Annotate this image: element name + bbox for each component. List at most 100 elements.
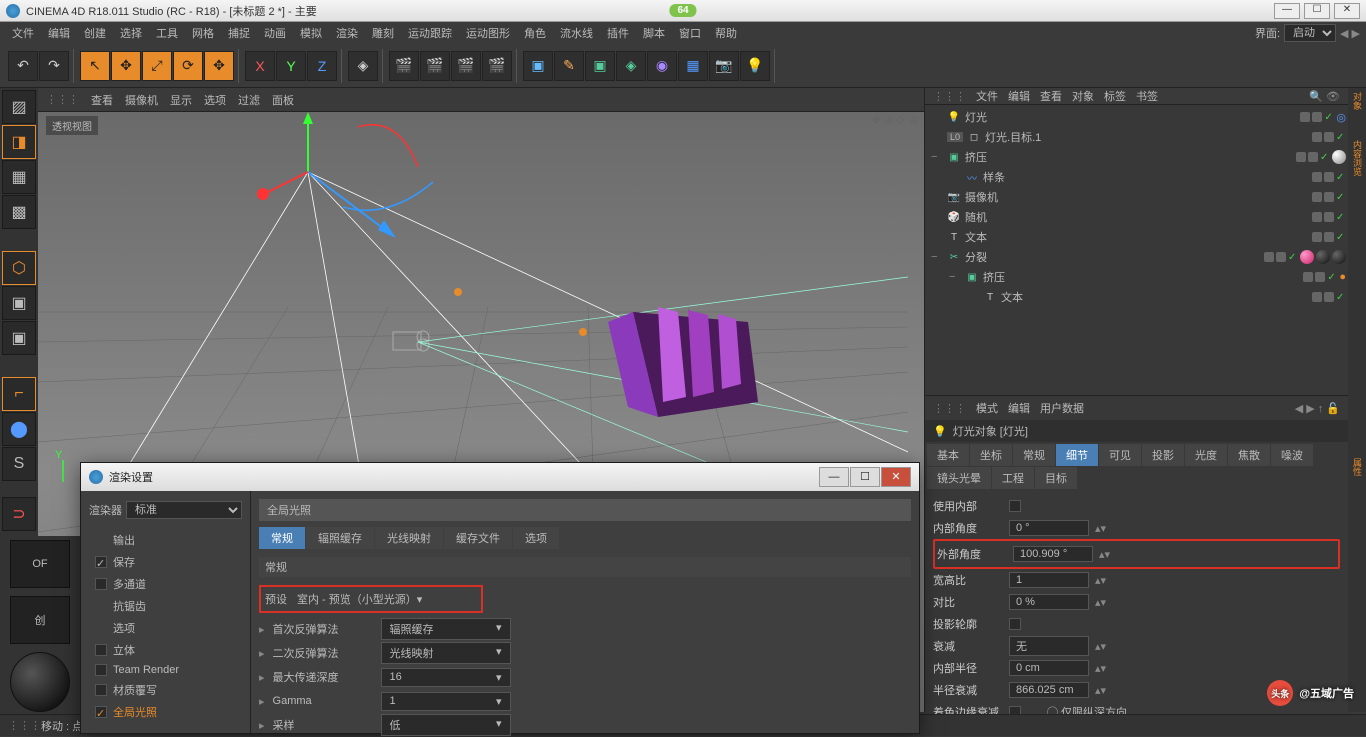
render-cat-6[interactable]: Team Render bbox=[89, 661, 242, 679]
obj-tab-5[interactable]: 书签 bbox=[1136, 88, 1158, 104]
menu-18[interactable]: 帮助 bbox=[709, 23, 743, 43]
gi-prop-value-1[interactable]: 光线映射▾ bbox=[381, 642, 511, 664]
render-cat-7[interactable]: 材质覆写 bbox=[89, 679, 242, 701]
render-cat-5[interactable]: 立体 bbox=[89, 639, 242, 661]
tree-row-1[interactable]: L0◻灯光.目标.1✓ bbox=[927, 127, 1346, 147]
render-cat-0[interactable]: 输出 bbox=[89, 529, 242, 551]
tree-row-7[interactable]: −✂分裂✓ bbox=[927, 247, 1346, 267]
scale-tool[interactable]: ⤢ bbox=[142, 51, 172, 81]
undo-button[interactable]: ↶ bbox=[8, 51, 38, 81]
camera-button[interactable]: 📷 bbox=[709, 51, 739, 81]
menu-15[interactable]: 插件 bbox=[601, 23, 635, 43]
texture-mode-button[interactable]: ▦ bbox=[2, 160, 36, 194]
attr-tab-0[interactable]: 模式 bbox=[976, 400, 998, 416]
attr-subtab-0[interactable]: 基本 bbox=[927, 444, 969, 466]
axis-x-button[interactable]: X bbox=[245, 51, 275, 81]
viewport-tab-0[interactable]: 查看 bbox=[91, 92, 113, 108]
menu-7[interactable]: 动画 bbox=[258, 23, 292, 43]
obj-tab-3[interactable]: 对象 bbox=[1072, 88, 1094, 104]
menu-17[interactable]: 窗口 bbox=[673, 23, 707, 43]
tweak-button[interactable]: ⬤ bbox=[2, 412, 36, 446]
tree-row-2[interactable]: −▣挤压✓ bbox=[927, 147, 1346, 167]
obj-tab-2[interactable]: 查看 bbox=[1040, 88, 1062, 104]
menu-2[interactable]: 创建 bbox=[78, 23, 112, 43]
tree-row-3[interactable]: 〰样条✓ bbox=[927, 167, 1346, 187]
checkbox[interactable]: ✓ bbox=[95, 706, 107, 718]
gi-tab-0[interactable]: 常规 bbox=[259, 527, 305, 549]
interface-select[interactable]: 启动 bbox=[1284, 24, 1336, 42]
attr-value-2[interactable]: 100.909 ° bbox=[1013, 546, 1093, 562]
edge-tab-3[interactable]: 属性 bbox=[1350, 458, 1364, 498]
attr-tab-1[interactable]: 编辑 bbox=[1008, 400, 1030, 416]
attr-tab-2[interactable]: 用户数据 bbox=[1040, 400, 1084, 416]
minimize-button[interactable]: — bbox=[1274, 3, 1300, 19]
layout-arrows-icon[interactable]: ◀ ▶ bbox=[1340, 27, 1360, 40]
obj-search-icon[interactable]: 🔍 👁 bbox=[1309, 90, 1340, 103]
last-tool[interactable]: ✥ bbox=[204, 51, 234, 81]
checkbox[interactable] bbox=[95, 664, 107, 676]
environment-button[interactable]: ◉ bbox=[647, 51, 677, 81]
gi-tab-1[interactable]: 辐照缓存 bbox=[306, 527, 374, 549]
tree-row-4[interactable]: 📷摄像机✓ bbox=[927, 187, 1346, 207]
attr-value-7[interactable]: 0 cm bbox=[1009, 660, 1089, 676]
attr-subtab-5[interactable]: 投影 bbox=[1142, 444, 1184, 466]
menu-0[interactable]: 文件 bbox=[6, 23, 40, 43]
point-mode-button[interactable]: ⬡ bbox=[2, 251, 36, 285]
axis-tool-button[interactable]: ⌐ bbox=[2, 377, 36, 411]
primitive-cube-button[interactable]: ▣ bbox=[523, 51, 553, 81]
checkbox[interactable] bbox=[95, 684, 107, 696]
tree-row-8[interactable]: −▣挤压✓● bbox=[927, 267, 1346, 287]
attr-value-8[interactable]: 866.025 cm bbox=[1009, 682, 1089, 698]
render-settings-button[interactable]: 🎬 bbox=[451, 51, 481, 81]
generator-button[interactable]: ▣ bbox=[585, 51, 615, 81]
render-queue-button[interactable]: 🎬 bbox=[482, 51, 512, 81]
edge-tab-1[interactable]: 对象 bbox=[1350, 92, 1364, 132]
attr-value-3[interactable]: 1 bbox=[1009, 572, 1089, 588]
obj-tab-4[interactable]: 标签 bbox=[1104, 88, 1126, 104]
material-preview[interactable] bbox=[10, 652, 70, 712]
snap-button[interactable]: S bbox=[2, 447, 36, 481]
menu-12[interactable]: 运动图形 bbox=[460, 23, 516, 43]
menu-9[interactable]: 渲染 bbox=[330, 23, 364, 43]
preset-select[interactable]: 室内 - 预览（小型光源）▾ bbox=[297, 591, 477, 607]
edge-mode-button[interactable]: ▣ bbox=[2, 286, 36, 320]
tree-row-5[interactable]: 🎲随机✓ bbox=[927, 207, 1346, 227]
workplane-button[interactable]: ▩ bbox=[2, 195, 36, 229]
rotate-tool[interactable]: ⟳ bbox=[173, 51, 203, 81]
make-editable-button[interactable]: ▨ bbox=[2, 90, 36, 124]
attr-value-4[interactable]: 0 % bbox=[1009, 594, 1089, 610]
magnet-button[interactable]: ⊃ bbox=[2, 497, 36, 531]
dialog-minimize-button[interactable]: — bbox=[819, 467, 849, 487]
light-button[interactable]: 💡 bbox=[740, 51, 770, 81]
checkbox[interactable] bbox=[1009, 500, 1021, 512]
polygon-mode-button[interactable]: ▣ bbox=[2, 321, 36, 355]
menu-16[interactable]: 脚本 bbox=[637, 23, 671, 43]
gi-tab-4[interactable]: 选项 bbox=[513, 527, 559, 549]
attr-value-1[interactable]: 0 ° bbox=[1009, 520, 1089, 536]
menu-8[interactable]: 模拟 bbox=[294, 23, 328, 43]
move-tool[interactable]: ✥ bbox=[111, 51, 141, 81]
attr-subtab-4[interactable]: 可见 bbox=[1099, 444, 1141, 466]
tree-row-6[interactable]: T文本✓ bbox=[927, 227, 1346, 247]
dialog-title-bar[interactable]: 渲染设置 — ☐ ✕ bbox=[81, 463, 919, 491]
viewport-tab-4[interactable]: 过滤 bbox=[238, 92, 260, 108]
attr-subtab-10[interactable]: 工程 bbox=[992, 467, 1034, 489]
attr-subtab-3[interactable]: 细节 bbox=[1056, 444, 1098, 466]
edge-tab-2[interactable]: 内容浏览 bbox=[1350, 140, 1364, 180]
attr-subtab-1[interactable]: 坐标 bbox=[970, 444, 1012, 466]
render-cat-8[interactable]: ✓全局光照 bbox=[89, 701, 242, 723]
deformer-button[interactable]: ◈ bbox=[616, 51, 646, 81]
menu-1[interactable]: 编辑 bbox=[42, 23, 76, 43]
attr-subtab-7[interactable]: 焦散 bbox=[1228, 444, 1270, 466]
gi-prop-value-0[interactable]: 辐照缓存▾ bbox=[381, 618, 511, 640]
dialog-maximize-button[interactable]: ☐ bbox=[850, 467, 880, 487]
attr-value-6[interactable]: 无 bbox=[1009, 636, 1089, 656]
checkbox[interactable] bbox=[95, 644, 107, 656]
gi-prop-value-4[interactable]: 低▾ bbox=[381, 714, 511, 736]
menu-13[interactable]: 角色 bbox=[518, 23, 552, 43]
viewport-tab-2[interactable]: 显示 bbox=[170, 92, 192, 108]
render-region-button[interactable]: 🎬 bbox=[420, 51, 450, 81]
menu-4[interactable]: 工具 bbox=[150, 23, 184, 43]
close-button[interactable]: ✕ bbox=[1334, 3, 1360, 19]
attr-subtab-6[interactable]: 光度 bbox=[1185, 444, 1227, 466]
